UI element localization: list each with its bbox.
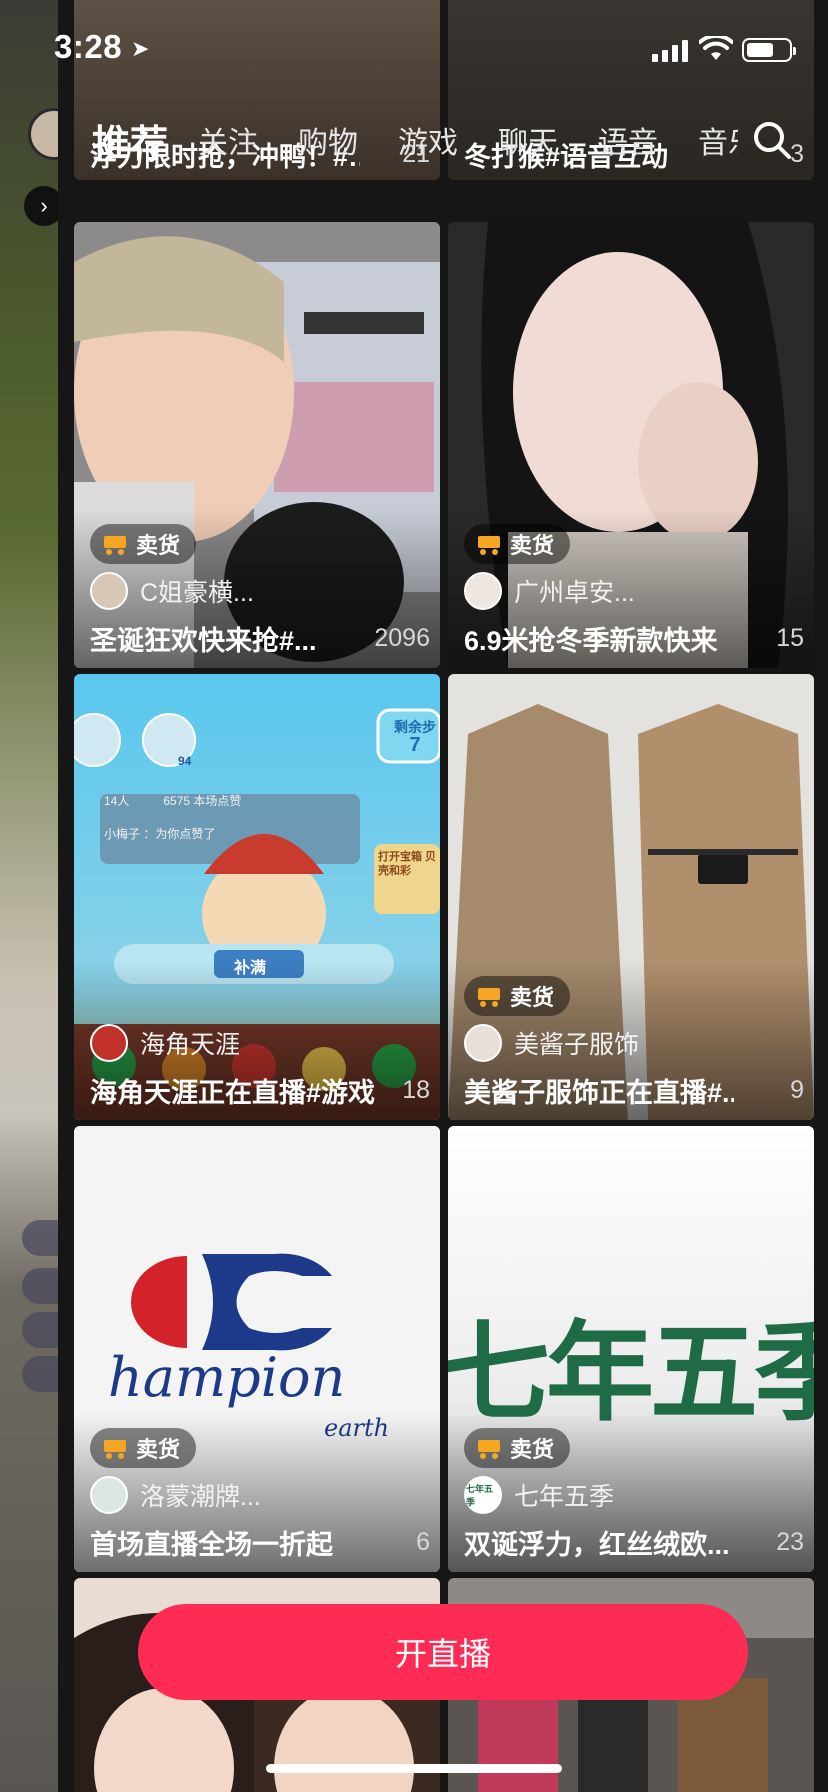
home-indicator	[266, 1764, 562, 1773]
tab-games[interactable]: 游戏	[398, 118, 458, 162]
sell-badge: 卖货	[464, 976, 571, 1016]
avatar	[90, 1024, 128, 1062]
live-card[interactable]: 卖货 美酱子服饰 美酱子服饰正在直播#... 9	[448, 674, 814, 1120]
host-name: 七年五季	[514, 1483, 615, 1511]
host-name: 洛蒙潮牌...	[140, 1483, 261, 1511]
host-info: 海角天涯	[90, 1024, 240, 1062]
host-info: 美酱子服饰	[464, 1024, 639, 1062]
shopping-cart-icon	[474, 533, 502, 555]
avatar	[464, 1024, 502, 1062]
live-card[interactable]: 14人6575 本场点赞 小梅子 ：为你点赞了 剩余步 7 94 补满 打开宝箱…	[74, 674, 440, 1120]
card-title: 圣诞狂欢快来抢#...	[90, 626, 317, 656]
wifi-icon	[699, 36, 733, 60]
background-live-room: ›	[0, 0, 80, 1792]
shopping-cart-icon	[474, 1437, 502, 1459]
shopping-cart-icon	[100, 1437, 128, 1459]
cellular-signal-icon	[652, 40, 688, 62]
card-count: 18	[402, 1076, 430, 1104]
live-card[interactable]: 卖货 C姐豪横... 圣诞狂欢快来抢#... 2096	[74, 222, 440, 668]
category-tabs: 推荐 关注 购物 游戏 聊天 语音 音乐	[58, 110, 828, 170]
sell-badge: 卖货	[464, 1428, 571, 1468]
card-count: 9	[790, 1076, 804, 1104]
card-title: 首场直播全场一折起	[90, 1530, 333, 1560]
shopping-cart-icon	[100, 533, 128, 555]
card-title: 6.9米抢冬季新款快来	[464, 626, 718, 656]
card-title: 海角天涯正在直播#游戏	[90, 1078, 376, 1108]
card-title: 双诞浮力，红丝绒欧...	[464, 1530, 730, 1560]
tab-music[interactable]: 音乐	[698, 118, 738, 162]
host-name: 海角天涯	[140, 1031, 241, 1059]
battery-icon	[742, 38, 796, 62]
like-count: 6575 本场点赞	[163, 794, 242, 808]
live-card[interactable]: hampion earth 卖货 洛蒙潮牌... 首场直播全场一折起 6	[74, 1126, 440, 1572]
tab-shopping[interactable]: 购物	[298, 118, 358, 162]
host-name: 广州卓安...	[514, 579, 635, 607]
card-count: 15	[776, 624, 804, 652]
go-live-button[interactable]: 开直播	[138, 1604, 748, 1700]
treasure-label: 打开宝箱 贝壳和彩	[378, 851, 437, 877]
live-card[interactable]: 卖货 广州卓安... 6.9米抢冬季新款快来 15	[448, 222, 814, 668]
bubble-count: 94	[178, 754, 192, 768]
card-count: 2096	[374, 624, 430, 652]
brand-logo-text: hampion	[108, 1346, 346, 1409]
tab-chat[interactable]: 聊天	[498, 118, 558, 162]
host-info: C姐豪横...	[90, 572, 254, 610]
avatar	[90, 1476, 128, 1514]
host-info: 洛蒙潮牌...	[90, 1476, 261, 1514]
location-arrow-icon: ➤	[131, 36, 150, 61]
host-name: C姐豪横...	[140, 579, 254, 607]
sell-badge: 卖货	[464, 524, 571, 564]
tab-recommend[interactable]: 推荐	[92, 113, 168, 168]
sell-badge: 卖货	[90, 1428, 197, 1468]
shopping-cart-icon	[474, 985, 502, 1007]
host-info: 广州卓安...	[464, 572, 635, 610]
avatar: 七年五季	[464, 1476, 502, 1514]
host-info: 七年五季 七年五季	[464, 1476, 614, 1514]
status-time: 3:28	[54, 28, 123, 65]
viewer-count: 14人	[104, 794, 130, 808]
tab-follow[interactable]: 关注	[198, 118, 258, 162]
avatar	[90, 572, 128, 610]
host-name: 美酱子服饰	[514, 1031, 640, 1059]
live-list-sheet: 浮力限时抢，冲鸭！#… 21 冬打猴#语音互动 3 卖货 C姐豪横... 圣诞狂…	[58, 0, 828, 1792]
card-title: 美酱子服饰正在直播#...	[464, 1078, 734, 1108]
search-icon[interactable]	[752, 120, 792, 160]
tab-voice[interactable]: 语音	[598, 118, 658, 162]
avatar	[464, 572, 502, 610]
chat-message: 小梅子 ：为你点赞了	[104, 827, 216, 841]
sell-badge: 卖货	[90, 524, 197, 564]
card-count: 23	[776, 1528, 804, 1556]
remaining-steps-value: 7	[409, 734, 421, 756]
card-count: 6	[416, 1528, 430, 1556]
status-bar: 3:28 ➤	[0, 0, 828, 100]
live-card[interactable]: 七年五季 卖货 七年五季 七年五季 双诞浮力，红丝绒欧... 23	[448, 1126, 814, 1572]
